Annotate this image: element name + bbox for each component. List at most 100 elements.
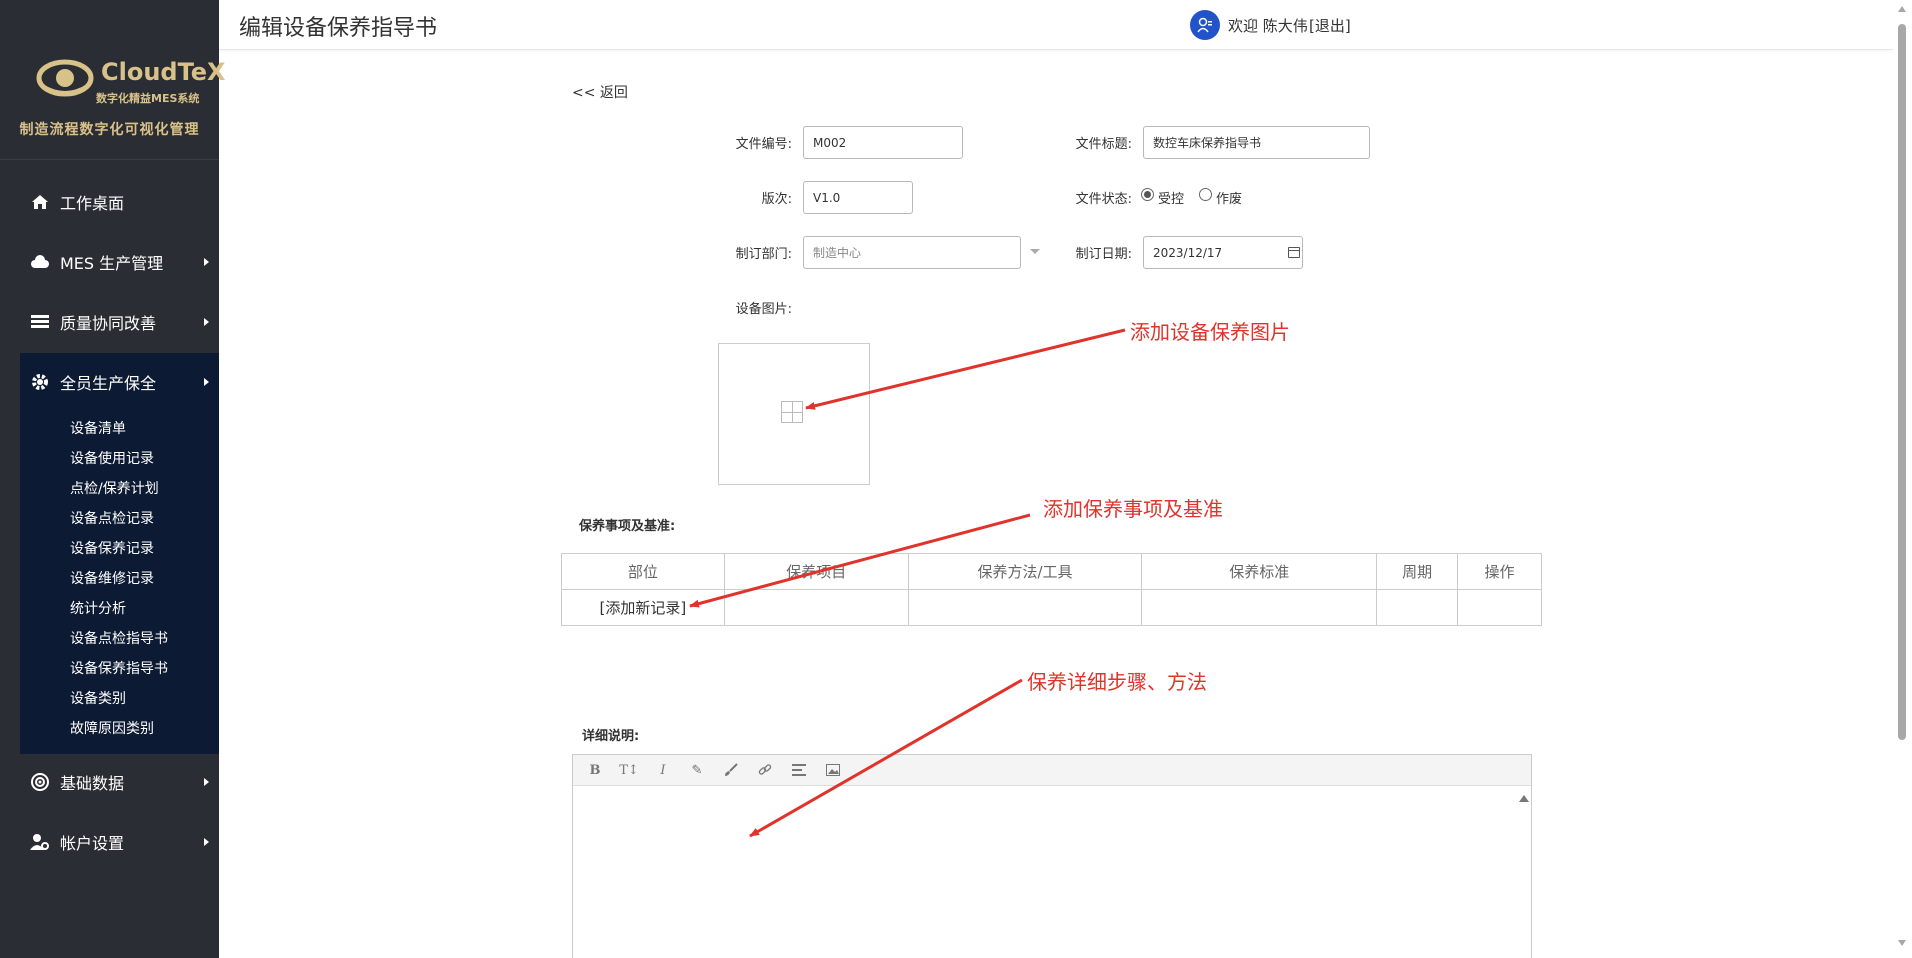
- column-header: 部位: [561, 553, 725, 590]
- menu-label: 基础数据: [60, 774, 125, 793]
- scroll-up-arrow-icon[interactable]: [1898, 6, 1906, 12]
- chevron-right-icon: [204, 318, 209, 326]
- add-image-icon[interactable]: [781, 401, 803, 423]
- text-size-icon[interactable]: T↕: [619, 761, 639, 779]
- menu-label: 帐户设置: [60, 834, 125, 853]
- sidebar: CloudTeX 数字化精益MES系统 制造流程数字化可视化管理 工作桌面 ME…: [0, 0, 226, 958]
- chevron-right-icon: [204, 838, 209, 846]
- submenu-item[interactable]: 设备保养指导书: [70, 658, 168, 678]
- doc-title-input[interactable]: 数控车床保养指导书: [1143, 126, 1370, 159]
- chevron-down-icon[interactable]: [1030, 249, 1040, 254]
- menu-label: 工作桌面: [60, 194, 125, 213]
- logo-tagline: 制造流程数字化可视化管理: [19, 122, 200, 138]
- menu-item-mes[interactable]: MES 生产管理: [0, 233, 219, 291]
- annotation-image-text: 添加设备保养图片: [1130, 320, 1290, 344]
- annotation-detail-text: 保养详细步骤、方法: [1027, 670, 1207, 694]
- bold-icon[interactable]: B: [585, 761, 605, 779]
- page-title: 编辑设备保养指导书: [239, 16, 438, 41]
- status-radio-controlled[interactable]: [1141, 188, 1154, 201]
- doc-no-input[interactable]: M002: [803, 126, 963, 159]
- scroll-down-arrow-icon[interactable]: [1898, 940, 1906, 946]
- menu-item-base-data[interactable]: 基础数据: [0, 753, 219, 811]
- back-link[interactable]: << 返回: [572, 82, 628, 102]
- top-header: 编辑设备保养指导书 欢迎 陈大伟 [退出]: [219, 0, 1893, 50]
- submenu-item[interactable]: 设备点检指导书: [70, 628, 168, 648]
- cloud-icon: [30, 252, 50, 272]
- home-icon: [30, 192, 50, 212]
- menu-item-workspace[interactable]: 工作桌面: [0, 173, 219, 231]
- submenu-item[interactable]: 设备清单: [70, 418, 126, 438]
- target-icon: [30, 772, 50, 792]
- table-cell: [1376, 589, 1459, 626]
- menu-label: 全员生产保全: [60, 374, 157, 393]
- logo-brand: CloudTeX: [101, 58, 226, 86]
- user-gear-icon: [30, 832, 50, 852]
- status-radio-void[interactable]: [1199, 188, 1212, 201]
- logout-link[interactable]: [退出]: [1309, 15, 1351, 36]
- submenu-item[interactable]: 设备类别: [70, 688, 126, 708]
- submenu-item[interactable]: 设备使用记录: [70, 448, 154, 468]
- items-section-label: 保养事项及基准:: [579, 519, 676, 534]
- submenu-item[interactable]: 设备保养记录: [70, 538, 154, 558]
- menu-label: 质量协同改善: [60, 314, 157, 333]
- page-scrollbar[interactable]: [1893, 0, 1912, 958]
- date-label: 制订日期:: [1075, 247, 1132, 262]
- submenu-item[interactable]: 故障原因类别: [70, 718, 154, 738]
- submenu-item[interactable]: 统计分析: [70, 598, 126, 618]
- add-record-link[interactable]: [添加新记录]: [561, 589, 725, 626]
- doc-no-label: 文件编号:: [735, 137, 792, 152]
- column-header: 保养标准: [1141, 553, 1378, 590]
- link-icon[interactable]: [755, 761, 775, 779]
- column-header: 保养方法/工具: [907, 553, 1143, 590]
- column-header: 周期: [1376, 553, 1459, 590]
- menu-item-quality[interactable]: 质量协同改善: [0, 293, 219, 351]
- dept-label: 制订部门:: [735, 247, 792, 262]
- scroll-thumb[interactable]: [1898, 24, 1906, 740]
- brush-icon[interactable]: [721, 761, 741, 779]
- table-header-row: 部位 保养项目 保养方法/工具 保养标准 周期 操作: [561, 553, 1542, 590]
- menu-item-account[interactable]: 帐户设置: [0, 813, 219, 871]
- status-label: 文件状态:: [1075, 192, 1132, 207]
- image-icon[interactable]: [823, 761, 843, 779]
- editor-scroll-up-icon[interactable]: [1519, 795, 1529, 802]
- table-row: [添加新记录]: [561, 589, 1542, 626]
- pen-icon[interactable]: ✎: [687, 761, 707, 779]
- column-header: 操作: [1457, 553, 1542, 590]
- submenu-item[interactable]: 设备点检记录: [70, 508, 154, 528]
- menu-item-tpm[interactable]: 全员生产保全: [20, 353, 219, 411]
- version-label: 版次:: [761, 192, 792, 207]
- user-avatar-icon: [1190, 10, 1220, 40]
- table-cell: [723, 589, 909, 626]
- table-cell: [1141, 589, 1378, 626]
- table-cell: [907, 589, 1143, 626]
- annotation-items-text: 添加保养事项及基准: [1043, 497, 1223, 521]
- gear-icon: [30, 372, 50, 392]
- rich-text-editor[interactable]: B T↕ I ✎: [572, 754, 1532, 958]
- submenu-item[interactable]: 点检/保养计划: [70, 478, 159, 498]
- table-cell: [1457, 589, 1542, 626]
- status-option-label: 受控: [1158, 192, 1185, 207]
- chevron-right-icon: [204, 378, 209, 386]
- image-label: 设备图片:: [735, 302, 792, 317]
- app-root: CloudTeX 数字化精益MES系统 制造流程数字化可视化管理 工作桌面 ME…: [0, 0, 1912, 958]
- date-input[interactable]: 2023/12/17: [1143, 236, 1303, 269]
- status-option-label: 作废: [1216, 192, 1243, 207]
- submenu-item[interactable]: 设备维修记录: [70, 568, 154, 588]
- menu-group-tpm: 全员生产保全 设备清单 设备使用记录 点检/保养计划 设备点检记录 设备保养记录…: [20, 353, 219, 754]
- chevron-right-icon: [204, 778, 209, 786]
- menu-label: MES 生产管理: [60, 254, 164, 273]
- italic-icon[interactable]: I: [653, 761, 673, 779]
- logo-area: CloudTeX 数字化精益MES系统 制造流程数字化可视化管理: [0, 0, 226, 160]
- dept-select[interactable]: 制造中心: [803, 236, 1021, 269]
- welcome-text: 欢迎 陈大伟: [1228, 17, 1308, 35]
- chevron-right-icon: [204, 258, 209, 266]
- column-header: 保养项目: [723, 553, 909, 590]
- detail-section-label: 详细说明:: [582, 729, 640, 744]
- align-icon[interactable]: [789, 761, 809, 779]
- version-input[interactable]: V1.0: [803, 181, 913, 214]
- logo-subtitle: 数字化精益MES系统: [96, 92, 200, 105]
- logo-eye-icon: [36, 59, 94, 97]
- editor-toolbar: B T↕ I ✎: [573, 755, 1531, 786]
- maintenance-items-table: 部位 保养项目 保养方法/工具 保养标准 周期 操作 [添加新记录]: [561, 553, 1542, 626]
- calendar-icon[interactable]: [1288, 247, 1300, 258]
